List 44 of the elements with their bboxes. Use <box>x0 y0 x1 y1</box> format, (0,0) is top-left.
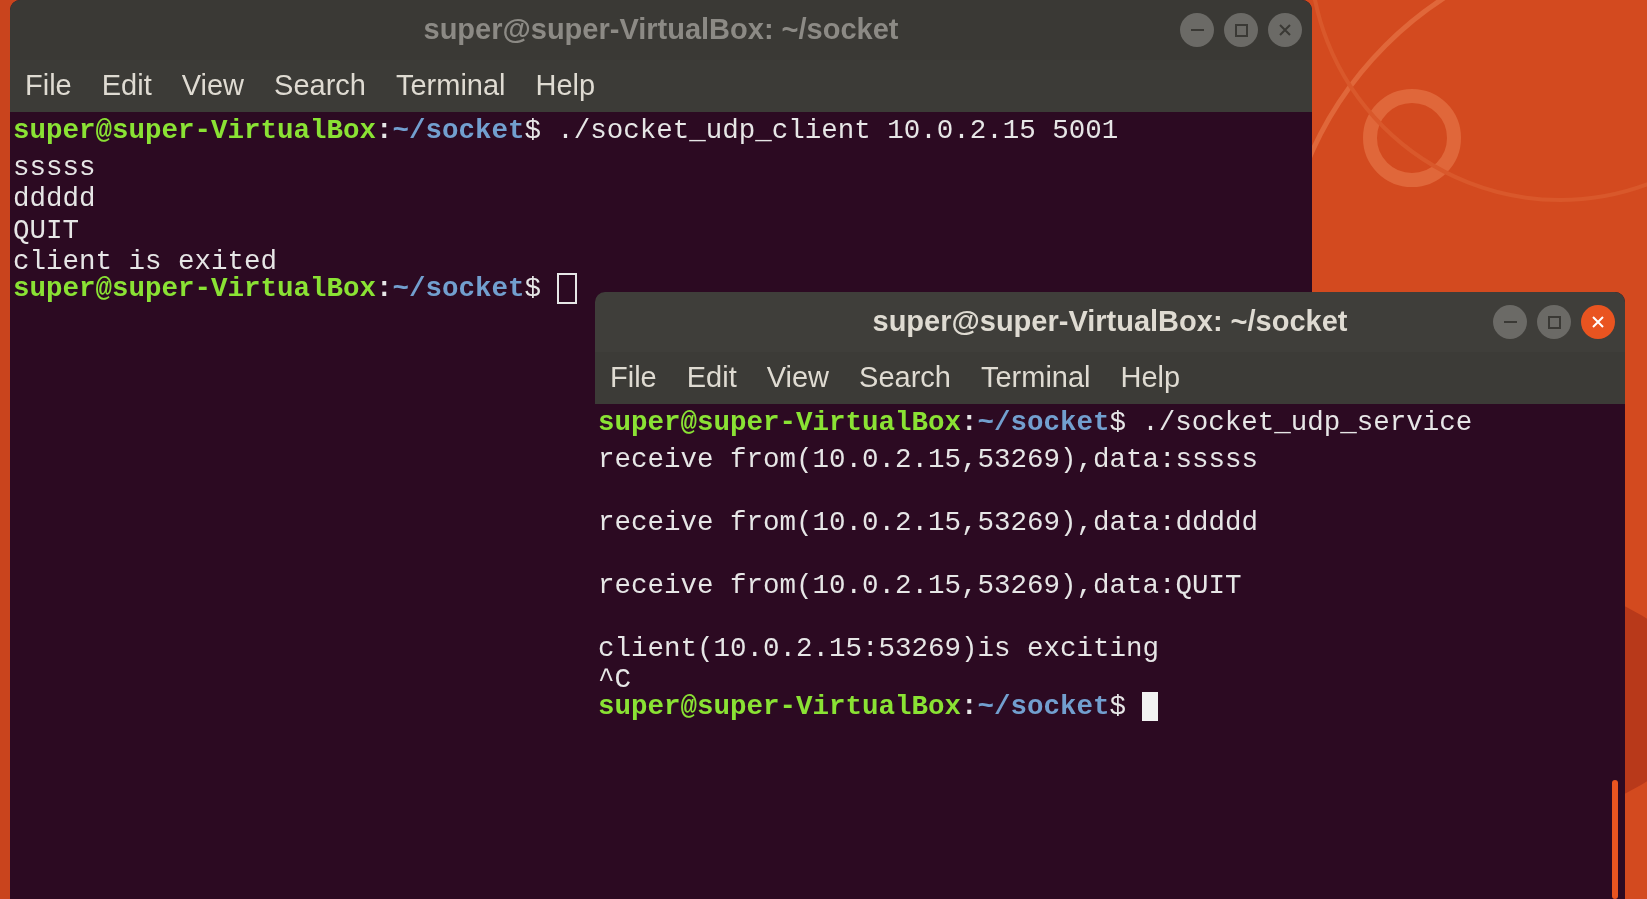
prompt-dollar: $ <box>524 114 542 149</box>
prompt-dollar: $ <box>524 271 542 306</box>
menu-item[interactable]: Edit <box>686 356 737 400</box>
output-line: ddddd <box>13 183 96 214</box>
menu-item[interactable]: View <box>766 356 830 400</box>
command-text: ./socket_udp_service <box>1142 406 1473 441</box>
close-button[interactable] <box>1581 305 1615 339</box>
menu-item[interactable]: Help <box>1120 356 1181 400</box>
window-title: super@super-VirtualBox: ~/socket <box>872 304 1348 340</box>
menu-item[interactable]: View <box>181 64 245 108</box>
output-line: receive from(10.0.2.15,53269),data:ddddd <box>598 506 1259 538</box>
window-title: super@super-VirtualBox: ~/socket <box>423 12 899 48</box>
prompt-user: super@super-VirtualBox <box>13 114 377 149</box>
minimize-button[interactable] <box>1493 305 1527 339</box>
output-line: QUIT <box>13 214 79 246</box>
prompt-colon: : <box>961 406 978 441</box>
prompt-path: ~/socket <box>392 114 525 149</box>
menu-item[interactable]: Search <box>859 356 951 400</box>
output-line: receive from(10.0.2.15,53269),data:sssss <box>598 443 1259 475</box>
menu-item[interactable]: Edit <box>101 64 152 108</box>
menu-item[interactable]: Terminal <box>395 64 506 108</box>
menu-item[interactable]: Terminal <box>980 356 1091 400</box>
menu-item[interactable]: Help <box>535 64 596 108</box>
maximize-button[interactable] <box>1224 13 1258 47</box>
prompt-colon: : <box>376 271 393 306</box>
close-icon <box>1279 24 1291 36</box>
prompt-colon: : <box>961 689 978 724</box>
prompt-dollar: $ <box>1109 406 1127 441</box>
output-line: sssss <box>13 151 96 183</box>
prompt-colon: : <box>376 114 393 149</box>
prompt-path: ~/socket <box>977 406 1110 441</box>
menu-item[interactable]: File <box>25 64 72 108</box>
close-icon <box>1592 316 1604 328</box>
prompt-path: ~/socket <box>977 689 1110 724</box>
menu-item[interactable]: Search <box>274 64 366 108</box>
command-text: ./socket_udp_client 10.0.2.15 5001 <box>557 114 1119 149</box>
output-line: client(10.0.2.15:53269)is exciting <box>598 632 1160 664</box>
menu-item[interactable]: File <box>610 356 657 400</box>
maximize-button[interactable] <box>1537 305 1571 339</box>
prompt-dollar: $ <box>1109 689 1127 724</box>
output-line: receive from(10.0.2.15,53269),data:QUIT <box>598 569 1242 601</box>
prompt-user: super@super-VirtualBox <box>598 406 962 441</box>
prompt-path: ~/socket <box>392 271 525 306</box>
minimize-button[interactable] <box>1180 13 1214 47</box>
